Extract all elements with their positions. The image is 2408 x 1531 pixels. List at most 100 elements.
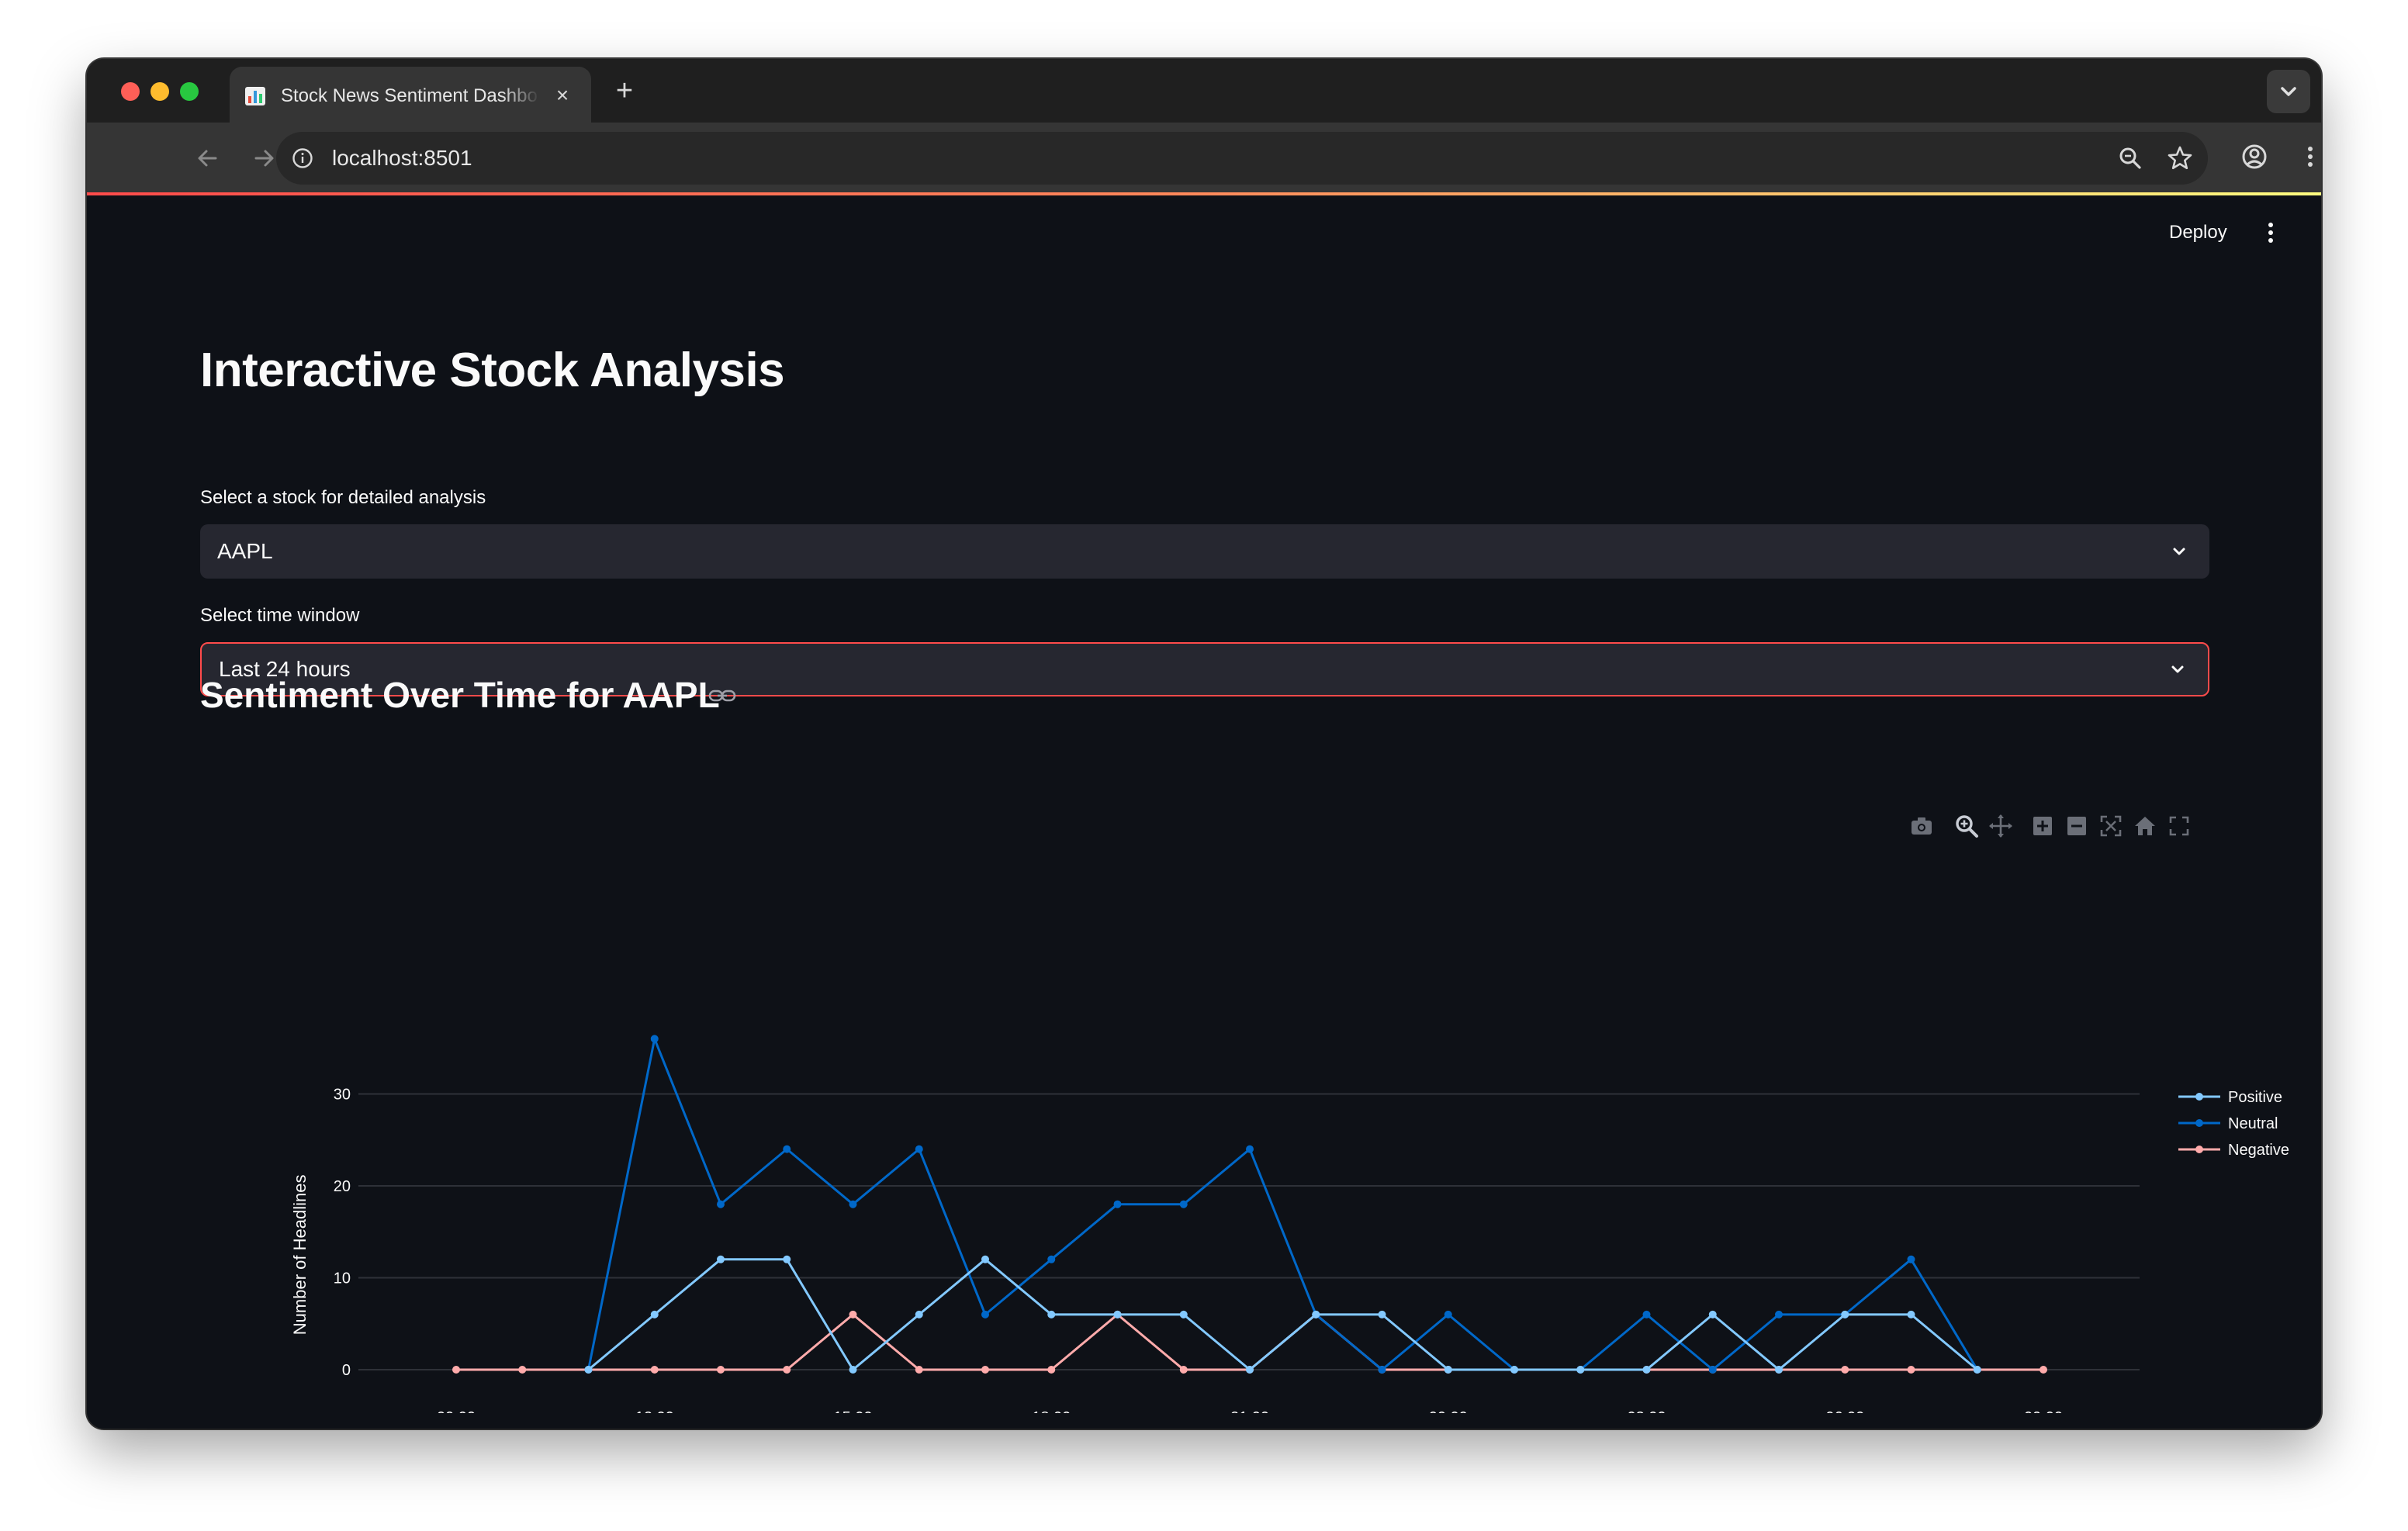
autoscale-icon[interactable] — [2098, 813, 2124, 839]
data-point-neutral — [1907, 1255, 1915, 1263]
new-tab-button[interactable]: + — [611, 76, 638, 105]
tab-close-icon[interactable]: × — [551, 84, 574, 107]
deploy-button[interactable]: Deploy — [2169, 220, 2227, 245]
stock-select-value: AAPL — [217, 539, 273, 563]
data-point-negative — [981, 1366, 989, 1374]
zoom-in-icon[interactable] — [2029, 813, 2056, 839]
legend-label-negative: Negative — [2228, 1142, 2289, 1159]
tab-strip: Stock News Sentiment Dashboard × + — [87, 59, 2321, 123]
data-point-neutral — [1775, 1310, 1783, 1318]
data-point-neutral — [650, 1035, 659, 1043]
data-point-neutral — [849, 1200, 857, 1208]
data-point-neutral — [1444, 1310, 1452, 1318]
data-point-neutral — [1113, 1200, 1122, 1208]
data-point-negative — [1841, 1366, 1849, 1374]
legend-marker-negative — [2195, 1146, 2203, 1153]
data-point-positive — [1973, 1366, 1981, 1374]
browser-toolbar: localhost:8501 — [87, 123, 2321, 195]
anchor-link-icon[interactable] — [708, 684, 737, 707]
app-menu-icon[interactable] — [2259, 219, 2282, 247]
app-body: Deploy Interactive Stock Analysis Select… — [87, 195, 2321, 1429]
data-point-positive — [717, 1255, 725, 1263]
data-point-negative — [849, 1310, 857, 1318]
stock-select[interactable]: AAPL — [200, 524, 2209, 579]
fullscreen-icon[interactable] — [2166, 813, 2192, 839]
time-select-label: Select time window — [200, 605, 360, 626]
data-point-neutral — [1047, 1255, 1056, 1263]
data-point-positive — [849, 1366, 857, 1374]
data-point-positive — [783, 1255, 791, 1263]
data-point-neutral — [1179, 1200, 1188, 1208]
browser-window: Stock News Sentiment Dashboard × + local… — [87, 59, 2321, 1429]
data-point-negative — [915, 1366, 923, 1374]
pan-icon[interactable] — [1988, 813, 2014, 839]
x-tick-label: 12:00 — [635, 1409, 674, 1413]
x-tick-label: 09:00 — [2024, 1409, 2063, 1413]
data-point-neutral — [1642, 1310, 1651, 1318]
browser-tab[interactable]: Stock News Sentiment Dashboard × — [230, 67, 591, 123]
data-point-neutral — [1246, 1145, 1254, 1153]
data-point-negative — [1179, 1366, 1188, 1374]
sentiment-line-chart[interactable]: 010203009:00Sep 25, 202512:0015:0018:002… — [200, 917, 2295, 1413]
y-tick-label: 0 — [342, 1362, 351, 1379]
data-point-neutral — [783, 1145, 791, 1153]
maximize-window-button[interactable] — [180, 82, 199, 101]
series-line-positive — [587, 1258, 1978, 1371]
zoom-icon[interactable] — [1953, 813, 1980, 839]
y-tick-label: 20 — [334, 1178, 351, 1195]
chevron-down-icon — [2173, 548, 2185, 555]
data-point-negative — [1907, 1366, 1915, 1374]
data-point-positive — [1576, 1366, 1585, 1374]
data-point-positive — [1841, 1310, 1849, 1318]
data-point-negative — [783, 1366, 791, 1374]
chevron-down-icon — [2171, 665, 2184, 673]
data-point-negative — [2040, 1366, 2047, 1374]
data-point-neutral — [717, 1200, 725, 1208]
legend-label-neutral: Neutral — [2228, 1115, 2278, 1132]
bar-chart-icon — [245, 87, 265, 105]
data-point-positive — [1246, 1366, 1254, 1374]
data-point-positive — [1708, 1310, 1717, 1318]
data-point-positive — [1312, 1310, 1320, 1318]
x-tick-label: 06:00 — [1825, 1409, 1864, 1413]
series-line-negative — [456, 1313, 2043, 1371]
back-arrow-icon[interactable] — [191, 141, 225, 175]
data-point-positive — [1444, 1366, 1452, 1374]
data-point-negative — [518, 1366, 527, 1374]
data-point-positive — [1775, 1366, 1783, 1374]
y-axis-title: Number of Headlines — [290, 1175, 310, 1336]
x-tick-label: 18:00 — [1032, 1409, 1071, 1413]
y-tick-label: 30 — [334, 1087, 351, 1104]
site-info-icon[interactable] — [292, 147, 313, 169]
data-point-neutral — [915, 1145, 923, 1153]
data-point-negative — [1047, 1366, 1056, 1374]
x-tick-label: 15:00 — [833, 1409, 872, 1413]
data-point-positive — [584, 1366, 593, 1374]
zoom-icon[interactable] — [2116, 144, 2144, 172]
y-tick-label: 10 — [334, 1270, 351, 1287]
legend-marker-positive — [2195, 1093, 2203, 1101]
profile-icon[interactable] — [2237, 140, 2271, 174]
minimize-window-button[interactable] — [150, 82, 169, 101]
chevron-down-icon — [2281, 87, 2296, 96]
data-point-positive — [1113, 1310, 1122, 1318]
data-point-negative — [452, 1366, 460, 1374]
bookmark-star-icon[interactable] — [2166, 144, 2194, 172]
stock-select-label: Select a stock for detailed analysis — [200, 487, 486, 508]
data-point-negative — [717, 1366, 725, 1374]
page-title: Interactive Stock Analysis — [200, 344, 785, 397]
data-point-positive — [1642, 1366, 1651, 1374]
data-point-neutral — [981, 1310, 989, 1318]
camera-icon[interactable] — [1908, 813, 1935, 839]
data-point-positive — [1510, 1366, 1518, 1374]
address-bar[interactable]: localhost:8501 — [276, 132, 2208, 185]
data-point-positive — [981, 1255, 989, 1263]
chart-heading: Sentiment Over Time for AAPL — [200, 675, 720, 715]
data-point-positive — [650, 1310, 659, 1318]
close-window-button[interactable] — [121, 82, 140, 101]
reset-axes-icon[interactable] — [2132, 813, 2158, 839]
tab-search-button[interactable] — [2267, 70, 2310, 113]
url-text[interactable]: localhost:8501 — [332, 144, 472, 172]
browser-menu-icon[interactable] — [2293, 140, 2321, 174]
zoom-out-icon[interactable] — [2064, 813, 2090, 839]
